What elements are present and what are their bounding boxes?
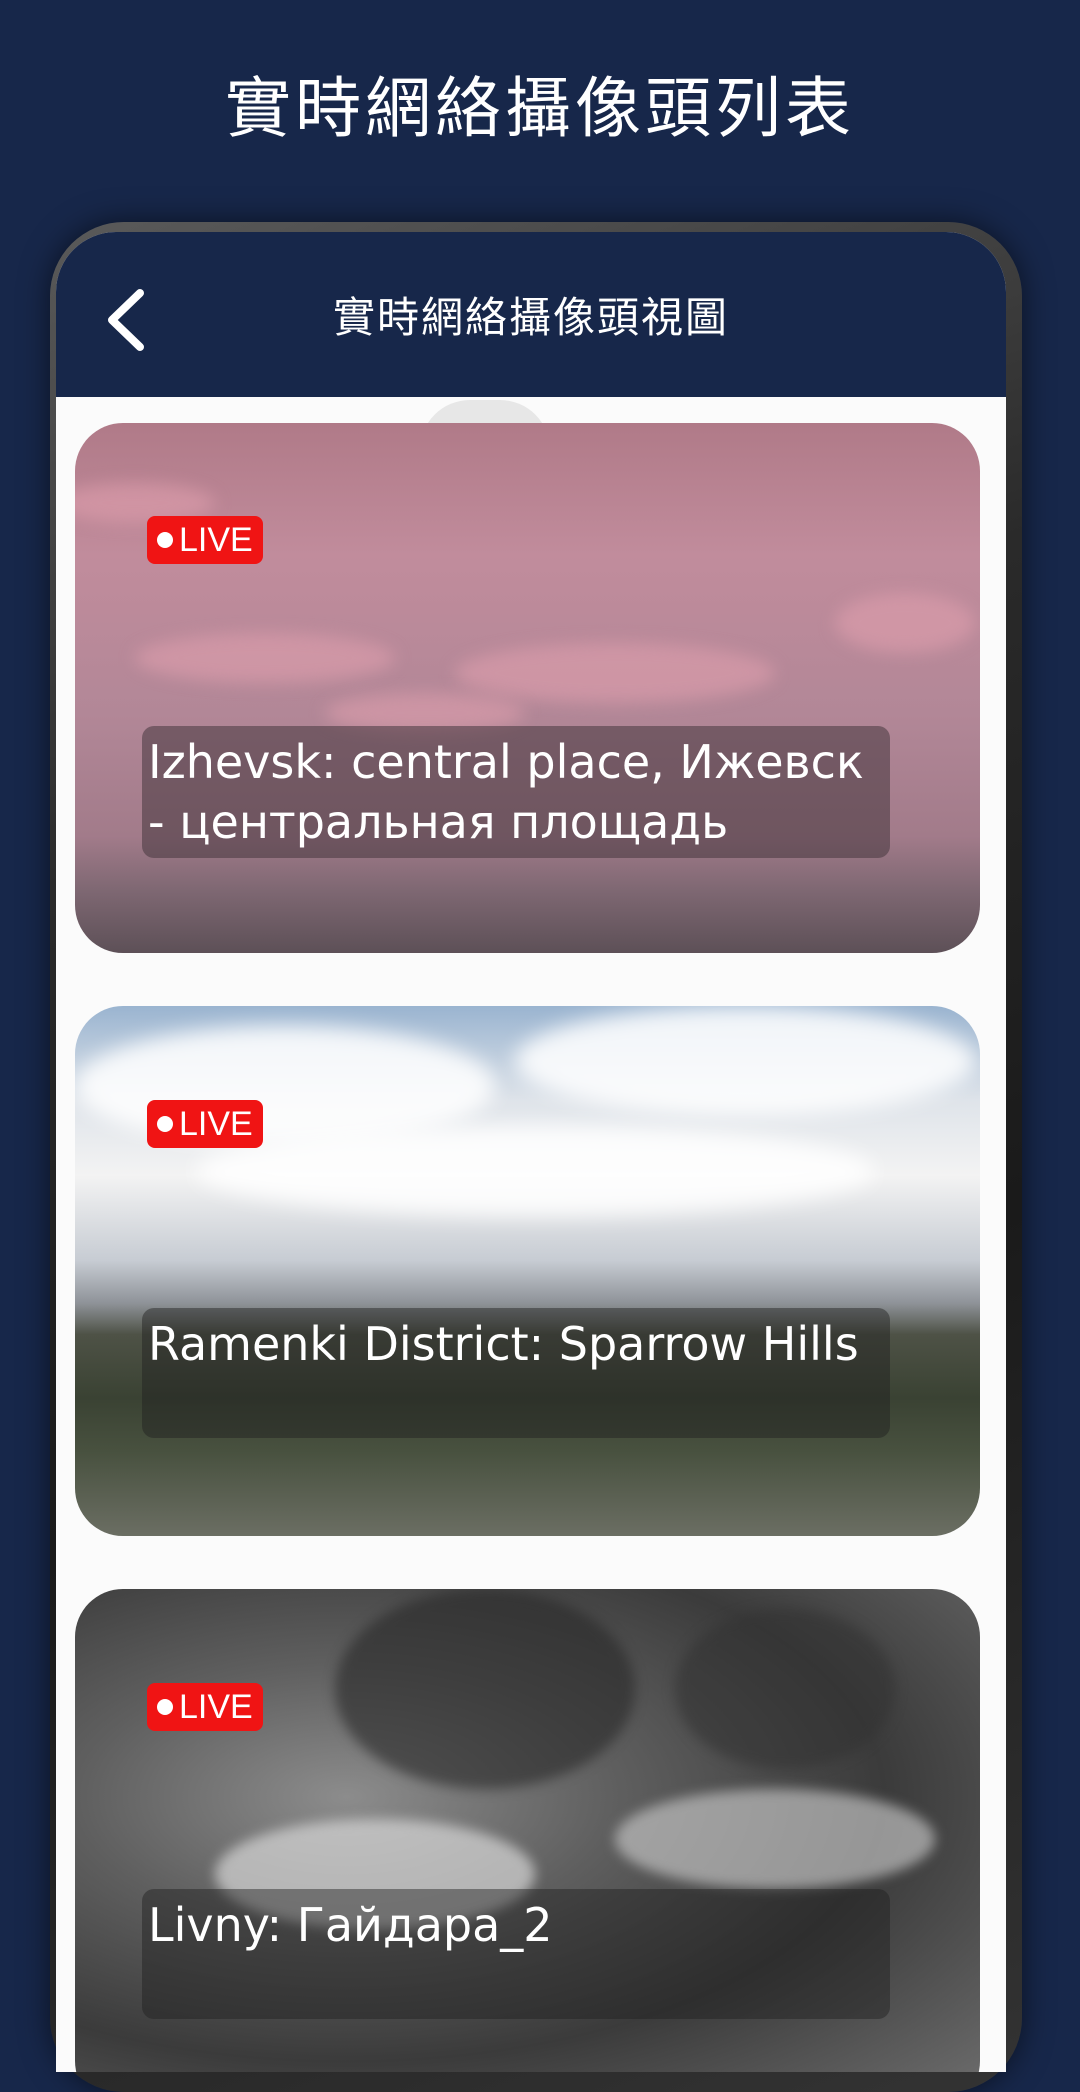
page-title: 實時網絡攝像頭視圖 bbox=[332, 293, 729, 342]
camera-name: Izhevsk: central place, Ижевск - централ… bbox=[142, 726, 890, 858]
record-dot-icon bbox=[157, 1116, 173, 1132]
live-badge: LIVE bbox=[147, 1100, 263, 1148]
camera-card[interactable]: LIVE Ramenki District: Sparrow Hills bbox=[75, 1006, 980, 1536]
live-label: LIVE bbox=[179, 520, 253, 559]
app-screen: 實時網絡攝像頭視圖 LIVE Izhevsk: central place, И… bbox=[56, 232, 1006, 2072]
record-dot-icon bbox=[157, 532, 173, 548]
camera-name: Livny: Гайдара_2 bbox=[142, 1889, 890, 2019]
camera-thumbnail bbox=[75, 423, 980, 953]
promo-title: 實時網絡攝像頭列表 bbox=[225, 70, 855, 147]
camera-name: Ramenki District: Sparrow Hills bbox=[142, 1308, 890, 1438]
live-badge: LIVE bbox=[147, 516, 263, 564]
camera-thumbnail bbox=[75, 1006, 980, 1536]
live-label: LIVE bbox=[179, 1687, 253, 1726]
camera-card[interactable]: LIVE Izhevsk: central place, Ижевск - це… bbox=[75, 423, 980, 953]
live-badge: LIVE bbox=[147, 1683, 263, 1731]
record-dot-icon bbox=[157, 1699, 173, 1715]
app-header: 實時網絡攝像頭視圖 bbox=[56, 232, 1006, 397]
camera-card[interactable]: LIVE Livny: Гайдара_2 bbox=[75, 1589, 980, 2072]
live-label: LIVE bbox=[179, 1104, 253, 1143]
